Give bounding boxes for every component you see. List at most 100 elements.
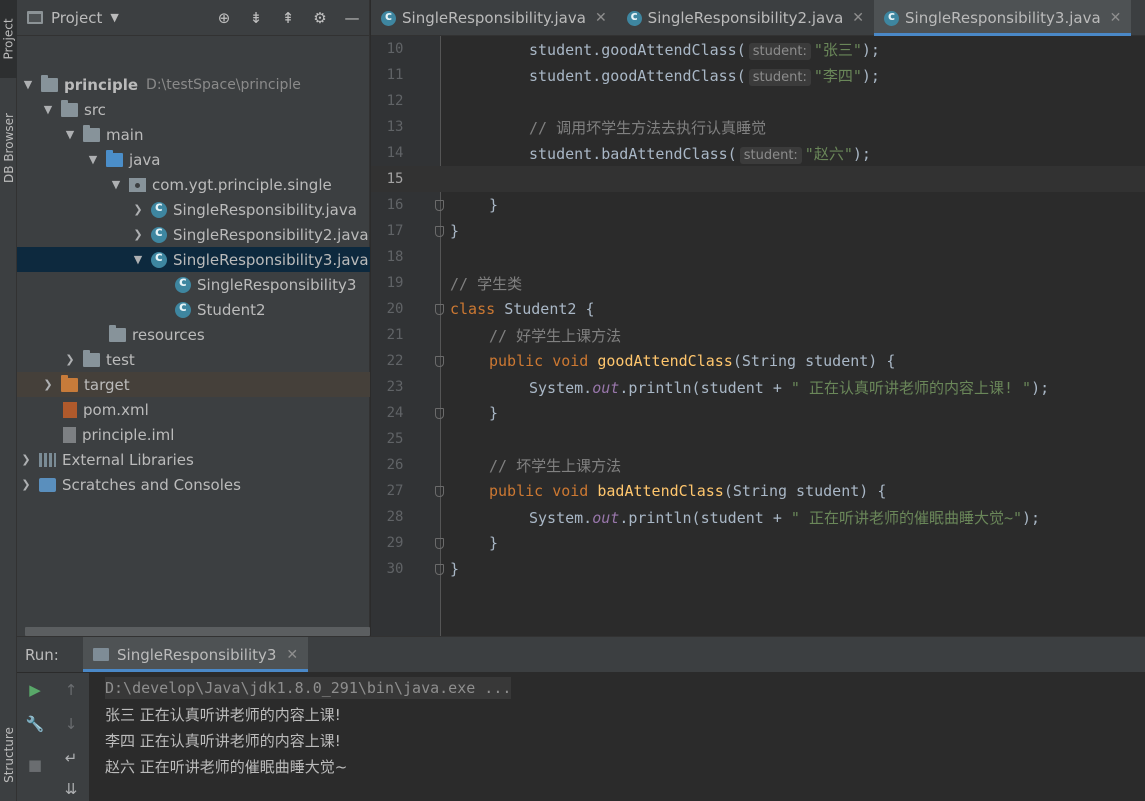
tab-singleresponsibility3-java[interactable]: SingleResponsibility3.java ✕	[874, 0, 1132, 36]
chevron-right-icon[interactable]: ❯	[19, 453, 33, 466]
tree-item-main[interactable]: ▼ main	[17, 122, 370, 147]
code-line: 21 // 好学生上课方法	[371, 322, 1145, 348]
stop-icon[interactable]: ■	[24, 754, 46, 776]
close-icon[interactable]: ✕	[595, 10, 607, 26]
tree-item-src[interactable]: ▼ src	[17, 97, 370, 122]
string-literal: "张三"	[813, 40, 862, 59]
tree-item-label: src	[84, 100, 106, 119]
chevron-down-icon[interactable]: ▼	[109, 178, 123, 191]
line-number: 16	[386, 197, 404, 213]
line-number: 14	[386, 145, 404, 161]
chevron-right-icon[interactable]: ❯	[63, 353, 77, 366]
chevron-down-icon[interactable]: ▼	[131, 253, 145, 266]
chevron-down-icon[interactable]: ▼	[110, 11, 118, 24]
fold-marker-icon[interactable]	[435, 356, 444, 367]
fold-marker-icon[interactable]	[435, 304, 444, 315]
gear-icon[interactable]: ⚙	[311, 9, 329, 27]
project-tool-tab[interactable]: Project	[0, 0, 17, 78]
db-browser-tool-tab[interactable]: DB Browser	[0, 95, 17, 200]
chevron-right-icon[interactable]: ❯	[131, 203, 145, 216]
code-area[interactable]: 10 student.goodAttendClass(student: "张三")…	[371, 36, 1145, 636]
console-output[interactable]: D:\develop\Java\jdk1.8.0_291\bin\java.ex…	[105, 673, 1145, 801]
tree-item-principle-iml[interactable]: principle.iml	[17, 422, 370, 447]
code-text: System.out.println(student + " 正在认真听讲老师的…	[529, 377, 1049, 398]
project-tool-tab-label: Project	[1, 18, 16, 60]
collapse-all-icon[interactable]: ⇞	[279, 9, 297, 27]
class-file-icon	[151, 200, 167, 218]
chevron-down-icon[interactable]: ▼	[63, 128, 77, 141]
run-tab-singleresponsibility3[interactable]: SingleResponsibility3 ✕	[83, 637, 309, 672]
tree-item-label: SingleResponsibility.java	[173, 200, 357, 219]
horizontal-scrollbar[interactable]	[25, 627, 370, 636]
close-icon[interactable]: ✕	[852, 10, 864, 26]
code-line: 28 System.out.println(student + " 正在听讲老师…	[371, 504, 1145, 530]
code-brace: }	[489, 534, 499, 552]
tree-item-java[interactable]: ▼ java	[17, 147, 370, 172]
code-token: (String student) {	[723, 482, 887, 500]
class-file-icon	[381, 9, 396, 26]
code-line: 12	[371, 88, 1145, 114]
chevron-right-icon[interactable]: ❯	[19, 478, 33, 491]
locate-icon[interactable]: ⊕	[215, 9, 233, 27]
code-line: 18	[371, 244, 1145, 270]
tree-item-principle[interactable]: ▼ principle D:\testSpace\principle	[17, 72, 370, 97]
console-line: 李四 正在认真听讲老师的内容上课!	[105, 731, 341, 750]
soft-wrap-icon[interactable]: ↵	[60, 747, 82, 769]
run-tab-label: SingleResponsibility3	[117, 645, 277, 664]
line-number: 29	[386, 535, 404, 551]
line-number: 22	[386, 353, 404, 369]
arrow-up-icon[interactable]: ↑	[60, 679, 82, 701]
minimize-icon[interactable]: —	[343, 9, 361, 27]
method-name: badAttendClass	[597, 482, 724, 500]
tab-singleresponsibility-java[interactable]: SingleResponsibility.java ✕	[371, 0, 617, 36]
chevron-down-icon[interactable]: ▼	[21, 78, 35, 91]
wrench-icon[interactable]: 🔧	[24, 713, 46, 735]
close-icon[interactable]: ✕	[286, 647, 298, 663]
chevron-down-icon[interactable]: ▼	[41, 103, 55, 116]
tree-item-pom-xml[interactable]: pom.xml	[17, 397, 370, 422]
tree-item-external-libraries[interactable]: ❯ External Libraries	[17, 447, 370, 472]
tab-singleresponsibility2-java[interactable]: SingleResponsibility2.java ✕	[617, 0, 874, 36]
line-number: 30	[386, 561, 404, 577]
code-line: 27 public void badAttendClass(String stu…	[371, 478, 1145, 504]
fold-marker-icon[interactable]	[435, 564, 444, 575]
rerun-icon[interactable]: ▶	[24, 679, 46, 701]
fold-marker-icon[interactable]	[435, 538, 444, 549]
chevron-down-icon[interactable]: ▼	[86, 153, 100, 166]
fold-marker-icon[interactable]	[435, 226, 444, 237]
tree-item-scratches[interactable]: ❯ Scratches and Consoles	[17, 472, 370, 497]
arrow-down-icon[interactable]: ↓	[60, 713, 82, 735]
code-comment: // 调用坏学生方法去执行认真睡觉	[529, 118, 767, 137]
project-view-icon	[27, 11, 43, 24]
structure-tool-tab[interactable]: Structure	[0, 715, 17, 795]
code-line: 23 System.out.println(student + " 正在认真听讲…	[371, 374, 1145, 400]
fold-marker-icon[interactable]	[435, 408, 444, 419]
tree-item-singleresponsibility-java[interactable]: ❯ SingleResponsibility.java	[17, 197, 370, 222]
tree-item-label: principle	[64, 75, 139, 94]
tree-item-target[interactable]: ❯ target	[17, 372, 370, 397]
project-panel-title[interactable]: Project	[51, 9, 102, 27]
tree-item-singleresponsibility3-java[interactable]: ▼ SingleResponsibility3.java	[17, 247, 370, 272]
tree-item-singleresponsibility3-class[interactable]: SingleResponsibility3	[17, 272, 370, 297]
code-token: student.goodAttendClass(	[529, 40, 746, 59]
tree-item-test[interactable]: ❯ test	[17, 347, 370, 372]
scroll-to-end-icon[interactable]: ⇊	[60, 778, 82, 800]
fold-marker-icon[interactable]	[435, 486, 444, 497]
tree-item-package[interactable]: ▼ com.ygt.principle.single	[17, 172, 370, 197]
expand-all-icon[interactable]: ⇟	[247, 9, 265, 27]
string-literal: "李四"	[813, 66, 862, 85]
chevron-right-icon[interactable]: ❯	[41, 378, 55, 391]
code-line: 16 }	[371, 192, 1145, 218]
code-text: student.badAttendClass(student: "赵六");	[529, 143, 871, 164]
code-token: );	[861, 40, 880, 59]
tree-item-singleresponsibility2-java[interactable]: ❯ SingleResponsibility2.java	[17, 222, 370, 247]
chevron-right-icon[interactable]: ❯	[131, 228, 145, 241]
fold-marker-icon[interactable]	[435, 200, 444, 211]
resources-folder-icon	[109, 324, 126, 342]
close-icon[interactable]: ✕	[1110, 10, 1122, 26]
code-line: 11 student.goodAttendClass(student: "李四")…	[371, 62, 1145, 88]
tree-item-student2-class[interactable]: Student2	[17, 297, 370, 322]
folder-icon	[83, 124, 100, 142]
tree-item-resources[interactable]: resources	[17, 322, 370, 347]
tree-item-label: External Libraries	[62, 450, 194, 469]
